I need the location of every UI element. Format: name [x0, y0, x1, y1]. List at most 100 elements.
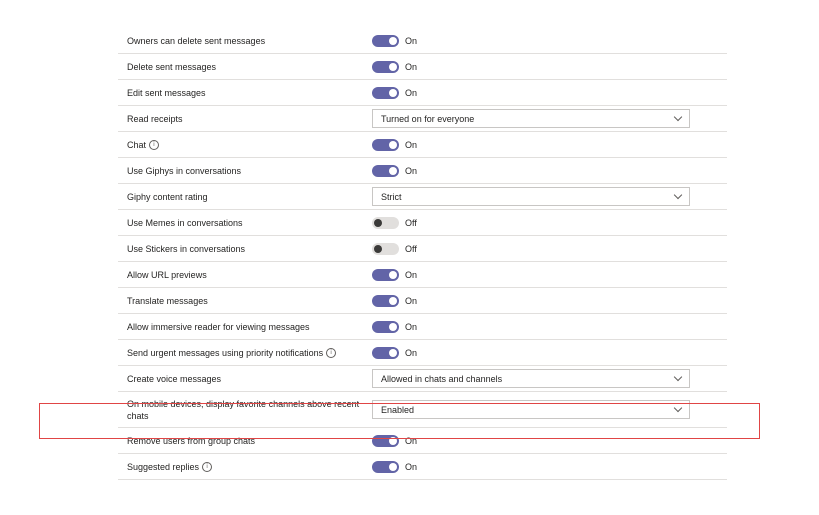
setting-control: On [372, 268, 418, 281]
setting-label-text: Read receipts [127, 113, 183, 124]
toggle-knob [389, 270, 397, 279]
toggle-knob [389, 322, 397, 331]
setting-control: On [372, 34, 418, 47]
setting-label-text: Giphy content rating [127, 191, 208, 202]
setting-label: Edit sent messages [118, 87, 372, 99]
toggle-knob [374, 218, 382, 227]
dropdown-value: Strict [381, 191, 402, 202]
toggle-knob [389, 62, 397, 71]
highlight-box [39, 403, 760, 439]
setting-control: Off [372, 242, 417, 255]
setting-control: Allowed in chats and channels [372, 369, 690, 388]
toggle-switch[interactable] [372, 242, 399, 255]
setting-row: Translate messages On [118, 288, 727, 314]
toggle-state-label: Off [405, 217, 417, 228]
setting-label-text: Delete sent messages [127, 61, 217, 72]
setting-label: Suggested replies i [118, 461, 372, 473]
setting-label-text: Use Stickers in conversations [127, 243, 246, 254]
toggle-switch[interactable] [372, 164, 399, 177]
chevron-down-icon [673, 190, 683, 200]
toggle-switch[interactable] [372, 268, 399, 281]
chevron-down-icon [673, 372, 683, 382]
toggle-switch[interactable] [372, 460, 399, 473]
setting-label-text: Use Memes in conversations [127, 217, 243, 228]
toggle-state-label: On [405, 321, 418, 332]
chevron-down-icon [673, 112, 683, 122]
setting-label-text: Use Giphys in conversations [127, 165, 242, 176]
setting-label: Allow immersive reader for viewing messa… [118, 321, 372, 333]
info-icon[interactable]: i [326, 347, 337, 358]
dropdown-select[interactable]: Strict [372, 187, 690, 206]
toggle-switch[interactable] [372, 86, 399, 99]
toggle-state-label: On [405, 461, 418, 472]
toggle-knob [389, 462, 397, 471]
setting-label-text: Create voice messages [127, 373, 222, 384]
toggle-switch[interactable] [372, 60, 399, 73]
setting-label: Chat i [118, 139, 372, 151]
setting-label: Translate messages [118, 295, 372, 307]
setting-row: Use Stickers in conversations Off [118, 236, 727, 262]
setting-control: On [372, 346, 418, 359]
setting-row: Send urgent messages using priority noti… [118, 340, 727, 366]
toggle-state-label: On [405, 295, 418, 306]
setting-label: Use Stickers in conversations [118, 243, 372, 255]
setting-control: On [372, 86, 418, 99]
info-icon[interactable]: i [202, 461, 213, 472]
setting-label: Use Memes in conversations [118, 217, 372, 229]
setting-control: Strict [372, 187, 690, 206]
toggle-knob [389, 296, 397, 305]
setting-control: On [372, 294, 418, 307]
toggle-state-label: On [405, 139, 418, 150]
dropdown-select[interactable]: Allowed in chats and channels [372, 369, 690, 388]
dropdown-select[interactable]: Turned on for everyone [372, 109, 690, 128]
toggle-knob [389, 348, 397, 357]
setting-control: Turned on for everyone [372, 109, 690, 128]
setting-label: Read receipts [118, 113, 372, 125]
info-icon[interactable]: i [149, 139, 160, 150]
setting-control: Off [372, 216, 417, 229]
dropdown-value: Turned on for everyone [381, 113, 475, 124]
toggle-knob [389, 88, 397, 97]
setting-row: Allow immersive reader for viewing messa… [118, 314, 727, 340]
toggle-state-label: On [405, 269, 418, 280]
setting-label-text: Suggested replies [127, 461, 200, 472]
setting-row: Allow URL previews On [118, 262, 727, 288]
toggle-switch[interactable] [372, 138, 399, 151]
toggle-knob [389, 140, 397, 149]
toggle-state-label: On [405, 87, 418, 98]
toggle-switch[interactable] [372, 294, 399, 307]
setting-row: Delete sent messages On [118, 54, 727, 80]
setting-label: Allow URL previews [118, 269, 372, 281]
setting-label: Use Giphys in conversations [118, 165, 372, 177]
setting-control: On [372, 164, 418, 177]
toggle-switch[interactable] [372, 216, 399, 229]
setting-control: On [372, 138, 418, 151]
toggle-knob [374, 244, 382, 253]
setting-label: Send urgent messages using priority noti… [118, 347, 372, 359]
setting-control: On [372, 60, 418, 73]
setting-row: Chat i On [118, 132, 727, 158]
toggle-switch[interactable] [372, 320, 399, 333]
toggle-state-label: On [405, 347, 418, 358]
toggle-state-label: On [405, 165, 418, 176]
setting-row: Giphy content rating Strict [118, 184, 727, 210]
setting-label-text: Allow URL previews [127, 269, 207, 280]
setting-label: Giphy content rating [118, 191, 372, 203]
setting-label-text: Owners can delete sent messages [127, 35, 266, 46]
toggle-switch[interactable] [372, 346, 399, 359]
setting-row: Use Memes in conversations Off [118, 210, 727, 236]
setting-control: On [372, 320, 418, 333]
toggle-switch[interactable] [372, 34, 399, 47]
toggle-state-label: On [405, 61, 418, 72]
dropdown-value: Allowed in chats and channels [381, 373, 503, 384]
toggle-knob [389, 36, 397, 45]
setting-row: Use Giphys in conversations On [118, 158, 727, 184]
toggle-state-label: On [405, 35, 418, 46]
setting-label-text: Translate messages [127, 295, 208, 306]
setting-label: Delete sent messages [118, 61, 372, 73]
setting-label-text: Allow immersive reader for viewing messa… [127, 321, 310, 332]
setting-row: Edit sent messages On [118, 80, 727, 106]
setting-row: Read receipts Turned on for everyone [118, 106, 727, 132]
setting-control: On [372, 460, 418, 473]
setting-label-text: Edit sent messages [127, 87, 206, 98]
